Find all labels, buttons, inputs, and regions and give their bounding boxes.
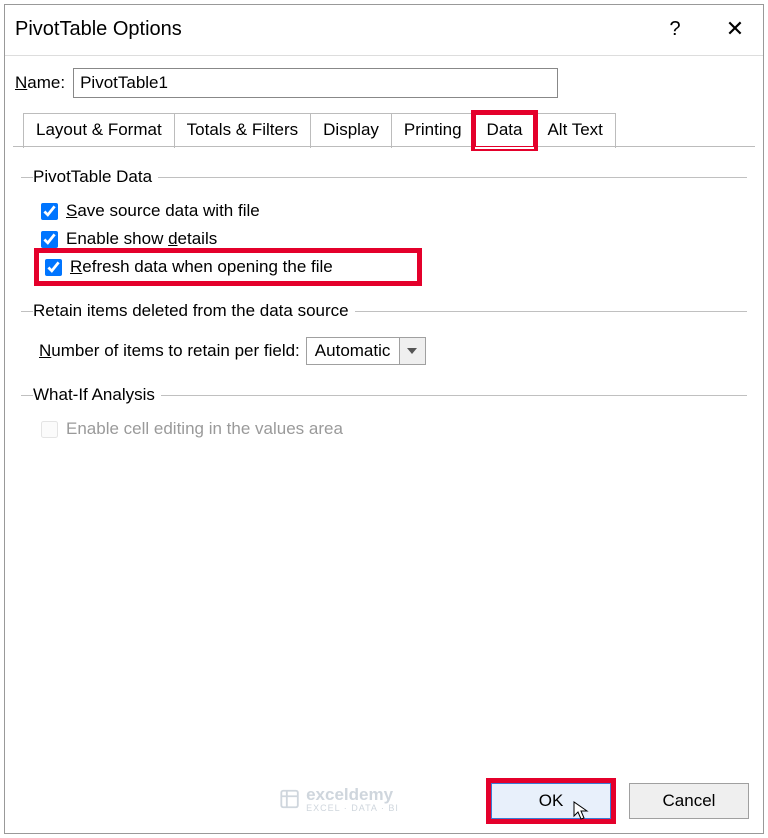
checkbox-enable-show-details[interactable]: Enable show details (39, 225, 747, 253)
group-what-if-analysis-legend: What-If Analysis (33, 385, 161, 405)
retain-per-field-select[interactable]: Automatic (306, 337, 426, 365)
checkbox-enable-show-details-input[interactable] (41, 231, 58, 248)
retain-per-field-value: Automatic (307, 338, 399, 364)
ok-button[interactable]: OK (491, 783, 611, 819)
checkbox-refresh-on-open-input[interactable] (45, 259, 62, 276)
tab-layout-format[interactable]: Layout & Format (23, 113, 175, 148)
titlebar-buttons: ? ✕ (651, 11, 759, 47)
pivottable-options-dialog: PivotTable Options ? ✕ Name: Layout & Fo… (4, 4, 764, 834)
retain-per-field-label: Number of items to retain per field: (39, 341, 300, 361)
name-row: Name: (5, 56, 763, 112)
checkbox-enable-cell-editing: Enable cell editing in the values area (39, 415, 747, 443)
checkbox-refresh-on-open-label: Refresh data when opening the file (70, 257, 333, 277)
titlebar: PivotTable Options ? ✕ (5, 5, 763, 56)
retain-field-row: Number of items to retain per field: Aut… (39, 331, 747, 365)
group-what-if-analysis: What-If Analysis Enable cell editing in … (21, 385, 747, 443)
cancel-button[interactable]: Cancel (629, 783, 749, 819)
dialog-button-row: OK Cancel (491, 783, 749, 819)
tab-totals-filters[interactable]: Totals & Filters (174, 113, 311, 148)
checkbox-save-source-data-input[interactable] (41, 203, 58, 220)
tabstrip-underline (13, 146, 755, 147)
tab-printing[interactable]: Printing (391, 113, 475, 148)
close-button[interactable]: ✕ (711, 11, 759, 47)
chevron-down-icon[interactable] (399, 338, 425, 364)
checkbox-save-source-data[interactable]: Save source data with file (39, 197, 747, 225)
group-retain-items-legend: Retain items deleted from the data sourc… (33, 301, 355, 321)
help-button[interactable]: ? (651, 11, 699, 47)
tab-panel-data: PivotTable Data Save source data with fi… (13, 147, 755, 833)
tab-data[interactable]: Data (474, 113, 536, 148)
tab-alt-text[interactable]: Alt Text (534, 113, 615, 148)
dialog-title: PivotTable Options (15, 18, 182, 41)
name-input[interactable] (73, 68, 558, 98)
checkbox-enable-cell-editing-label: Enable cell editing in the values area (66, 419, 343, 439)
checkbox-enable-cell-editing-input (41, 421, 58, 438)
checkbox-enable-show-details-label: Enable show details (66, 229, 217, 249)
group-pivottable-data-legend: PivotTable Data (33, 167, 158, 187)
name-label: Name: (15, 73, 65, 93)
group-pivottable-data: PivotTable Data Save source data with fi… (21, 167, 747, 281)
checkbox-refresh-on-open[interactable]: Refresh data when opening the file (39, 253, 417, 281)
tabstrip: Layout & Format Totals & Filters Display… (5, 112, 763, 147)
checkbox-save-source-data-label: Save source data with file (66, 201, 260, 221)
group-retain-items: Retain items deleted from the data sourc… (21, 301, 747, 365)
tab-display[interactable]: Display (310, 113, 392, 148)
